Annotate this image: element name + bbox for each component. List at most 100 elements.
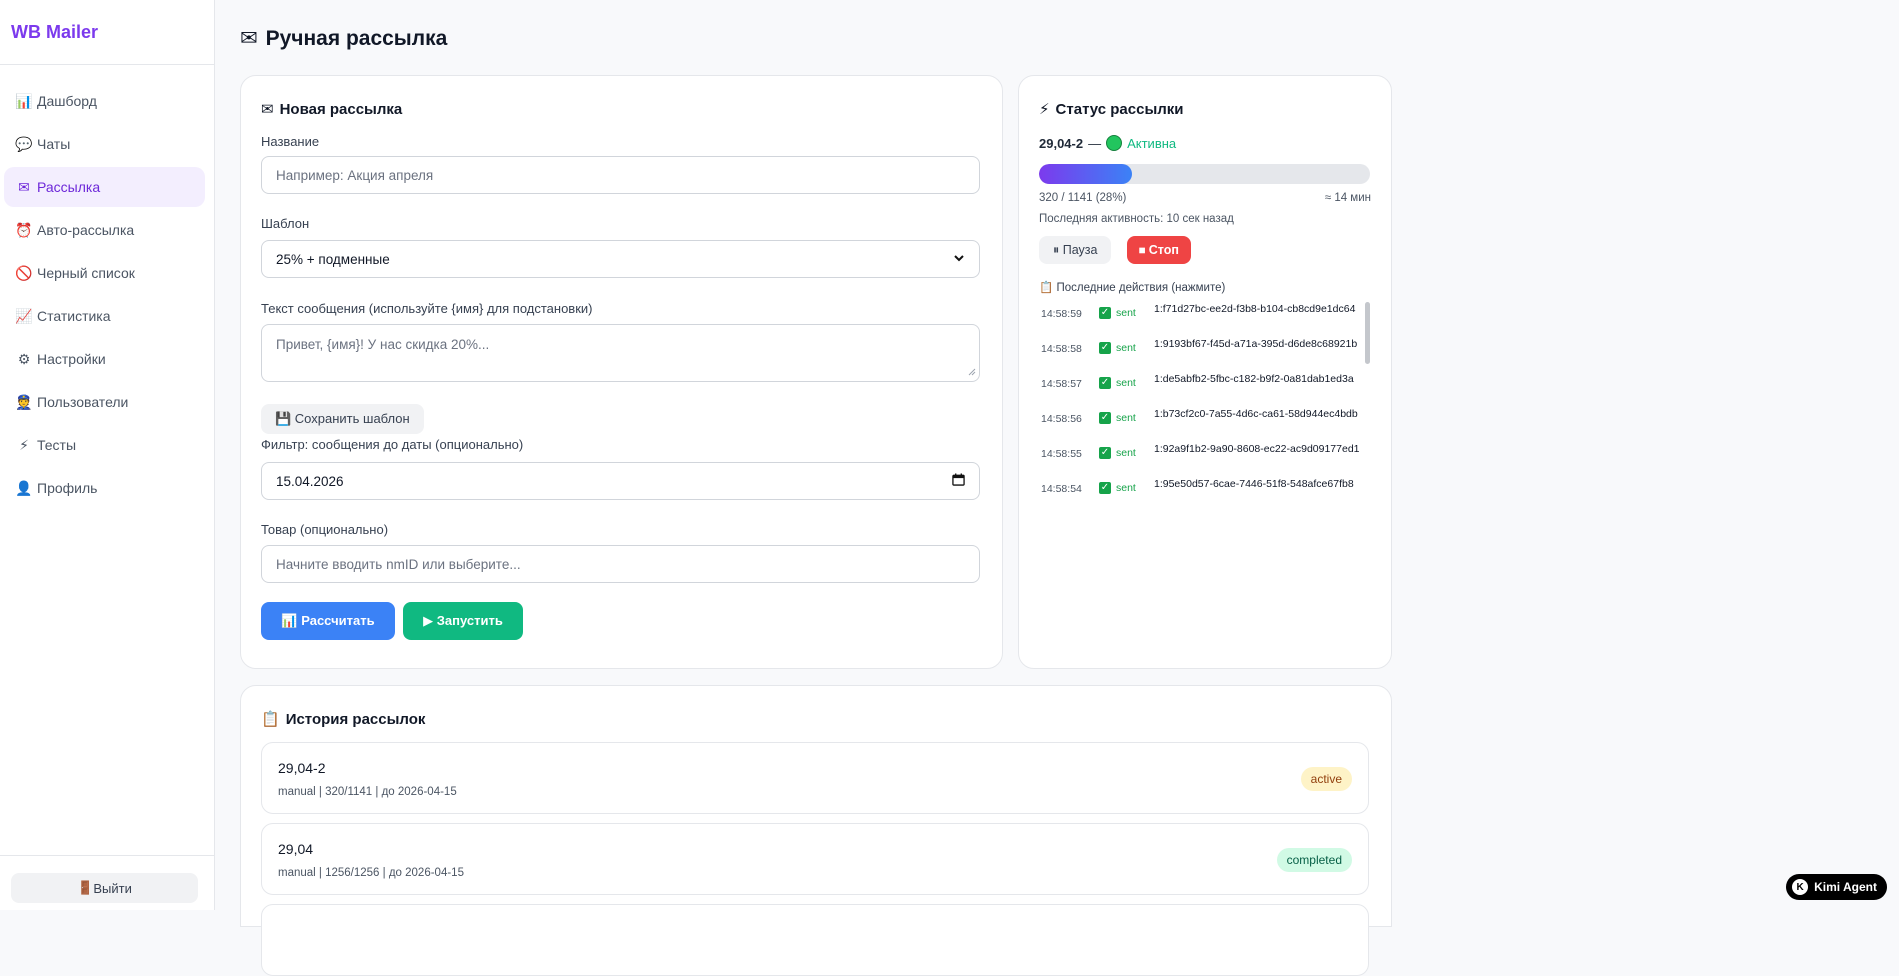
log-row[interactable]: 14:58:57 ✓ sent 1:de5abfb2-5fbc-c182-b9f2…	[1039, 372, 1359, 402]
history-item-name: 29,04	[278, 841, 314, 857]
sidebar-item-tests[interactable]: ⚡ Тесты	[4, 425, 205, 465]
sidebar-item-label: Статистика	[37, 308, 111, 324]
date-filter-label: Фильтр: сообщения до даты (опционально)	[261, 437, 524, 452]
history-item[interactable]: 29,04-2 manual | 320/1141 | до 2026-04-1…	[261, 742, 1369, 814]
start-button[interactable]: ▶ Запустить	[403, 602, 523, 640]
stop-label: ⏹ Стоп	[1139, 242, 1179, 257]
log-title[interactable]: 📋 Последние действия (нажмите)	[1039, 280, 1225, 294]
sidebar: WB Mailer 📊 Дашборд 💬 Чаты ✉ Рассылка ⏰ …	[0, 0, 215, 910]
sidebar-item-label: Авто-рассылка	[37, 222, 135, 238]
log-status: ✓ sent	[1099, 377, 1136, 389]
kimi-agent-badge[interactable]: K Kimi Agent	[1786, 874, 1887, 900]
log-row[interactable]: 14:58:55 ✓ sent 1:92a9f1b2-9a90-8608-ec22…	[1039, 442, 1360, 472]
status-badge: active	[1300, 767, 1352, 791]
sidebar-item-mailing[interactable]: ✉ Рассылка	[4, 167, 205, 207]
gear-icon: ⚙	[17, 350, 31, 367]
logout-label: Выйти	[93, 880, 132, 896]
sidebar-item-dashboard[interactable]: 📊 Дашборд	[4, 81, 205, 121]
date-filter-input[interactable]: 15.04.2026	[261, 462, 980, 500]
calendar-icon[interactable]	[952, 473, 965, 489]
name-input[interactable]: Например: Акция апреля	[261, 156, 980, 194]
log-status-text: sent	[1116, 342, 1136, 354]
history-item[interactable]	[261, 904, 1369, 976]
log-status: ✓ sent	[1099, 412, 1136, 424]
log-status-text: sent	[1116, 412, 1136, 424]
stop-button[interactable]: ⏹ Стоп	[1127, 236, 1191, 264]
product-placeholder: Начните вводить nmID или выберите...	[276, 556, 521, 572]
check-mark-icon: ✓	[1099, 482, 1111, 494]
check-mark-icon: ✓	[1099, 447, 1111, 459]
sidebar-item-profile[interactable]: 👤 Профиль	[4, 468, 205, 508]
progress-text: 320 / 1141 (28%)	[1039, 192, 1127, 204]
status-line: 29,04-2 — Активна	[1039, 135, 1176, 151]
log-status-text: sent	[1116, 377, 1136, 389]
log-time: 14:58:59	[1041, 308, 1082, 320]
progress-bar	[1039, 164, 1370, 184]
new-mailing-card: ✉ Новая рассылка Название Например: Акци…	[240, 75, 1003, 669]
card-title-text: История рассылок	[285, 710, 426, 728]
alarm-clock-icon: ⏰	[15, 221, 33, 238]
log-time: 14:58:56	[1041, 413, 1082, 425]
calculate-label: 📊 Рассчитать	[281, 613, 375, 628]
message-placeholder: Привет, {имя}! У нас скидка 20%...	[276, 337, 490, 352]
product-input[interactable]: Начните вводить nmID или выберите...	[261, 545, 980, 583]
sidebar-footer: 🚪 Выйти	[0, 855, 214, 910]
sidebar-item-label: Профиль	[37, 480, 98, 496]
sidebar-item-users[interactable]: 👮 Пользователи	[4, 382, 205, 422]
page-title-text: Ручная рассылка	[265, 26, 448, 50]
history-item[interactable]: 29,04 manual | 1256/1256 | до 2026-04-15…	[261, 823, 1369, 895]
chevron-down-icon	[953, 252, 965, 267]
envelope-icon: ✉	[18, 178, 30, 195]
trend-chart-icon: 📈	[15, 307, 33, 324]
sidebar-item-auto-mailing[interactable]: ⏰ Авто-рассылка	[4, 210, 205, 250]
template-select[interactable]: 25% + подменные	[261, 240, 980, 278]
log-status: ✓ sent	[1099, 482, 1136, 494]
log-time: 14:58:58	[1041, 343, 1082, 355]
activity-log[interactable]: 14:58:59 ✓ sent 1:f71d27bc-ee2d-f3b8-b104…	[1019, 302, 1391, 502]
save-template-button[interactable]: 💾 Сохранить шаблон	[261, 404, 424, 434]
status-badge: completed	[1276, 848, 1352, 872]
pause-button[interactable]: ⏸ Пауза	[1039, 236, 1112, 264]
door-icon: 🚪	[77, 880, 94, 895]
sidebar-item-blacklist[interactable]: 🚫 Черный список	[4, 253, 205, 293]
lightning-icon: ⚡	[19, 436, 29, 453]
product-label: Товар (опционально)	[261, 522, 389, 537]
logout-button[interactable]: 🚪 Выйти	[11, 873, 198, 903]
sidebar-item-chats[interactable]: 💬 Чаты	[4, 124, 205, 164]
log-id: 1:9193bf67-f45d-a71a-395d-d6de8c68921b	[1154, 338, 1358, 350]
resize-handle-icon[interactable]	[968, 364, 976, 379]
sidebar-item-label: Дашборд	[37, 93, 97, 109]
check-mark-icon: ✓	[1099, 412, 1111, 424]
message-textarea[interactable]: Привет, {имя}! У нас скидка 20%...	[261, 324, 980, 382]
progress-fill	[1039, 164, 1132, 184]
calculate-button[interactable]: 📊 Рассчитать	[261, 602, 395, 640]
log-row[interactable]: 14:58:59 ✓ sent 1:f71d27bc-ee2d-f3b8-b104…	[1039, 302, 1359, 332]
sidebar-nav: 📊 Дашборд 💬 Чаты ✉ Рассылка ⏰ Авто-рассы…	[0, 65, 214, 508]
history-card: 📋 История рассылок 29,04-2 manual | 320/…	[240, 685, 1392, 976]
clipboard-icon: 📋	[261, 711, 280, 728]
start-label: ▶ Запустить	[423, 613, 503, 628]
check-mark-icon: ✓	[1099, 377, 1111, 389]
sidebar-item-settings[interactable]: ⚙ Настройки	[4, 339, 205, 379]
log-status-text: sent	[1116, 447, 1136, 459]
history-item-meta: manual | 1256/1256 | до 2026-04-15	[278, 867, 464, 879]
sidebar-item-statistics[interactable]: 📈 Статистика	[4, 296, 205, 336]
log-scrollbar[interactable]	[1365, 302, 1370, 364]
brand-logo[interactable]: WB Mailer	[0, 0, 214, 65]
kimi-logo-icon: K	[1792, 879, 1809, 895]
log-id: 1:95e50d57-6cae-7446-51f8-548afce67fb8	[1154, 478, 1354, 490]
date-value: 15.04.2026	[276, 473, 344, 489]
card-title: ✉ Новая рассылка	[261, 100, 402, 119]
name-placeholder: Например: Акция апреля	[276, 167, 434, 183]
envelope-icon: ✉	[240, 27, 258, 50]
message-label: Текст сообщения (используйте {имя} для п…	[261, 301, 593, 316]
police-officer-icon: 👮	[15, 393, 33, 410]
log-row[interactable]: 14:58:56 ✓ sent 1:b73cf2c0-7a55-4d6c-ca61…	[1039, 407, 1359, 437]
card-title: 📋 История рассылок	[261, 710, 426, 729]
log-row[interactable]: 14:58:58 ✓ sent 1:9193bf67-f45d-a71a-395d…	[1039, 337, 1359, 367]
pause-label: ⏸ Пауза	[1053, 242, 1098, 257]
log-row[interactable]: 14:58:54 ✓ sent 1:95e50d57-6cae-7446-51f8…	[1039, 477, 1359, 502]
last-activity: Последняя активность: 10 сек назад	[1039, 213, 1234, 225]
log-time: 14:58:57	[1041, 378, 1082, 390]
mailing-status-card: ⚡ Статус рассылки 29,04-2 — Активна 320 …	[1018, 75, 1392, 669]
